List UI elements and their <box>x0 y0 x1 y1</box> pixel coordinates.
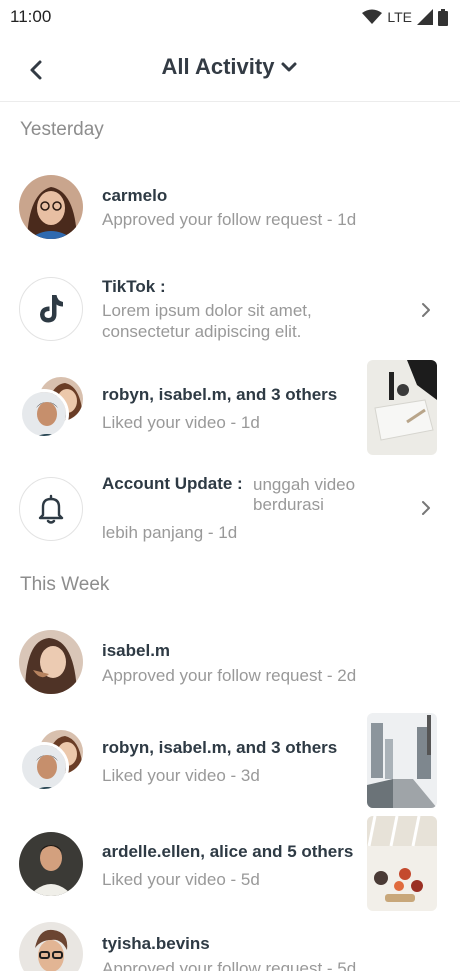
chevron-right-icon[interactable] <box>418 500 434 516</box>
page-title: All Activity <box>161 54 275 79</box>
item-description: Liked your video - 3d <box>102 766 260 785</box>
avatar-stack[interactable] <box>19 728 85 794</box>
item-description: lebih panjang - 1d <box>102 523 238 542</box>
chevron-down-icon <box>281 62 297 72</box>
activity-item-tiktok[interactable]: TikTok : Lorem ipsum dolor sit amet, con… <box>0 270 460 350</box>
avatar <box>19 742 69 792</box>
wifi-icon <box>362 9 383 24</box>
section-yesterday: Yesterday <box>20 119 104 140</box>
notification-avatar <box>19 477 83 541</box>
bell-icon <box>38 494 64 524</box>
item-description-line1: Lorem ipsum dolor sit amet, <box>102 301 312 320</box>
activity-item-tyisha[interactable]: tyisha.bevins Approved your follow reque… <box>0 918 460 971</box>
item-name[interactable]: tyisha.bevins <box>102 934 210 954</box>
activity-item-carmelo[interactable]: carmelo Approved your follow request - 1… <box>0 170 460 244</box>
network-label: LTE <box>387 9 412 25</box>
item-description: Approved your follow request - 2d <box>102 666 357 685</box>
video-thumbnail[interactable] <box>367 816 437 911</box>
item-extra-line2: berdurasi <box>253 495 324 514</box>
item-name[interactable]: isabel.m <box>102 641 170 661</box>
item-name[interactable]: robyn, isabel.m, and 3 others <box>102 385 337 405</box>
item-name: Account Update : <box>102 474 243 493</box>
status-time: 11:00 <box>10 7 52 26</box>
section-this-week: This Week <box>20 574 110 595</box>
activity-item-likes-3d[interactable]: robyn, isabel.m, and 3 others Liked your… <box>0 713 460 809</box>
video-thumbnail[interactable] <box>367 360 437 455</box>
activity-item-account-update[interactable]: Account Update : unggah video berdurasi … <box>0 470 460 550</box>
tiktok-logo-icon <box>40 295 63 323</box>
activity-item-isabel[interactable]: isabel.m Approved your follow request - … <box>0 627 460 697</box>
item-name: TikTok : <box>102 277 166 296</box>
activity-item-likes-1d[interactable]: robyn, isabel.m, and 3 others Liked your… <box>0 360 460 456</box>
avatar[interactable] <box>19 630 83 694</box>
item-description: Approved your follow request - 1d <box>102 210 357 229</box>
header: All Activity <box>0 40 460 102</box>
video-thumbnail[interactable] <box>367 713 437 808</box>
item-name[interactable]: robyn, isabel.m, and 3 others <box>102 738 337 758</box>
signal-icon <box>417 9 433 25</box>
chevron-right-icon[interactable] <box>418 302 434 318</box>
avatar[interactable] <box>19 175 83 239</box>
status-bar: 11:00 LTE <box>0 0 460 34</box>
avatar <box>19 389 69 439</box>
avatar[interactable] <box>19 832 83 896</box>
activity-filter-dropdown[interactable]: All Activity <box>0 54 460 80</box>
item-description: Liked your video - 5d <box>102 870 260 889</box>
item-name[interactable]: ardelle.ellen, alice and 5 others <box>102 842 353 862</box>
tiktok-avatar <box>19 277 83 341</box>
item-extra-line1: unggah video <box>253 475 356 494</box>
battery-icon <box>438 8 448 26</box>
item-description-line2: consectetur adipiscing elit. <box>102 322 302 341</box>
item-description: Approved your follow request - 5d <box>102 959 357 971</box>
item-name[interactable]: carmelo <box>102 186 167 206</box>
item-description: Liked your video - 1d <box>102 413 260 432</box>
avatar-stack[interactable] <box>19 375 85 441</box>
avatar[interactable] <box>19 922 83 971</box>
status-icons: LTE <box>362 8 448 26</box>
activity-item-likes-5d[interactable]: ardelle.ellen, alice and 5 others Liked … <box>0 816 460 912</box>
